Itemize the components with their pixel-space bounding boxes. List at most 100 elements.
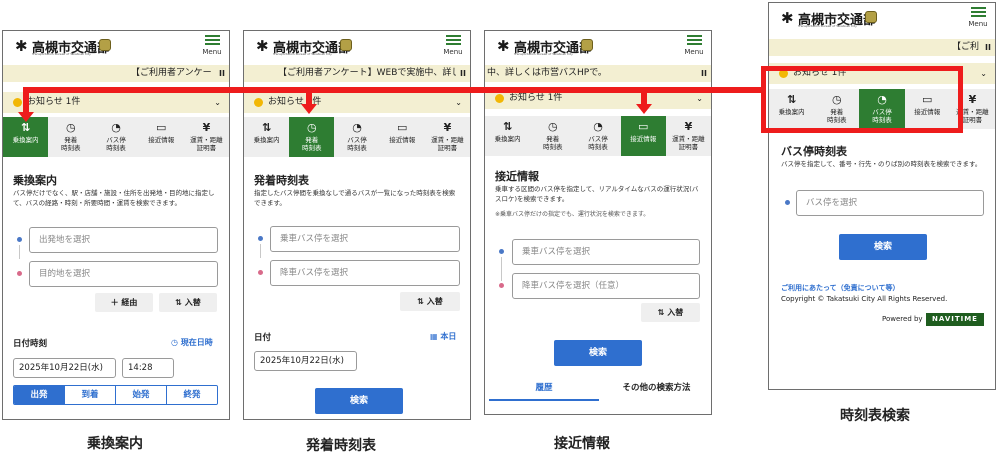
bus-icon: ▭ xyxy=(638,120,649,133)
connector-drop-3 xyxy=(641,87,647,105)
alighting-stop-input[interactable]: 降車バス停を選択（任意） xyxy=(512,273,700,299)
segment-arrival[interactable]: 到着 xyxy=(64,386,115,404)
hamburger-icon xyxy=(445,35,461,46)
tab-fare[interactable]: ¥ 運賃・距離 証明書 xyxy=(666,116,711,156)
tab-stop-timetable[interactable]: ◔ バス停 時刻表 xyxy=(334,117,379,157)
boarding-stop-input[interactable]: 乗車バス停を選択 xyxy=(512,239,700,265)
tab-fare[interactable]: ¥ 運賃・距離 証明書 xyxy=(425,117,470,157)
tab-label: バス停 時刻表 xyxy=(588,135,608,151)
tab-departure-timetable[interactable]: ◷ 発着 時刻表 xyxy=(48,117,93,157)
connector-line-top xyxy=(23,87,763,93)
tab-approach-info[interactable]: ▭ 接近情報 xyxy=(380,117,425,157)
bus-mascot-icon xyxy=(99,39,111,51)
tab-label: バス停 時刻表 xyxy=(106,136,126,152)
tab-departure-timetable[interactable]: ◷ 発着 時刻表 xyxy=(530,116,575,156)
boarding-stop-input[interactable]: 乗車バス停を選択 xyxy=(270,226,460,252)
disclaimer-link[interactable]: ご利用にあたって（免責について等） xyxy=(781,283,899,293)
destination-input[interactable]: 目的地を選択 xyxy=(29,261,218,287)
clock-icon: ◔ xyxy=(111,121,121,134)
tab-approach-info[interactable]: ▭ 接近情報 xyxy=(139,117,184,157)
menu-button[interactable]: Menu xyxy=(967,7,989,28)
tab-label: 運賃・距離 証明書 xyxy=(672,135,705,151)
warning-icon xyxy=(13,98,22,107)
tab-departure-timetable[interactable]: ◷ 発着 時刻表 xyxy=(289,117,335,157)
connector-drop-2 xyxy=(306,87,312,105)
origin-input[interactable]: 出発地を選択 xyxy=(29,227,218,253)
destination-dot xyxy=(258,270,263,275)
caption-approach-info: 接近情報 xyxy=(554,436,610,452)
search-button[interactable]: 検索 xyxy=(554,340,642,366)
tab-approach-info[interactable]: ▭ 接近情報 xyxy=(620,116,666,156)
menu-label: Menu xyxy=(968,20,988,28)
ticker-pause-button[interactable]: II xyxy=(215,65,229,82)
hamburger-icon xyxy=(204,35,220,46)
swap-button[interactable]: ⇅ 入替 xyxy=(641,303,700,322)
powered-by-label: Powered by xyxy=(882,315,923,323)
page-title: 発着時刻表 xyxy=(254,174,309,187)
announcement-ticker[interactable]: 中、詳しくは市営バスHPで。 II xyxy=(485,65,711,82)
clock-timetable-icon: ◷ xyxy=(548,120,558,133)
menu-button[interactable]: Menu xyxy=(201,35,223,56)
time-select[interactable]: 14:28 xyxy=(122,358,174,378)
route-line xyxy=(19,245,20,259)
caption-transfer: 乗換案内 xyxy=(87,436,143,452)
navitime-logo[interactable]: NAVITIME xyxy=(926,313,984,326)
route-line xyxy=(501,257,502,281)
alighting-stop-input[interactable]: 降車バス停を選択 xyxy=(270,260,460,286)
segment-last[interactable]: 終発 xyxy=(166,386,217,404)
bus-icon: ▭ xyxy=(397,121,408,134)
page-description: 乗車する区間のバス停を指定して、リアルタイムなバスの運行状況(バスロケ)を検索で… xyxy=(495,185,699,203)
ticker-pause-button[interactable]: II xyxy=(697,65,711,82)
tab-other-search[interactable]: その他の検索方法 xyxy=(599,377,711,399)
add-via-button[interactable]: ＋ 経由 xyxy=(95,293,153,312)
swap-button[interactable]: ⇅ 入替 xyxy=(159,293,217,312)
search-button[interactable]: 検索 xyxy=(315,388,403,414)
page-title: バス停時刻表 xyxy=(781,145,847,158)
menu-label: Menu xyxy=(684,48,704,56)
bus-stop-input[interactable]: バス停を選択 xyxy=(796,190,984,216)
page-description: バス停を指定して、番号・行先・のりば別の時刻表を検索できます。 xyxy=(781,160,982,168)
ticker-text: 【ご利用者アンケート】WEBで実施中、詳しく xyxy=(278,68,470,78)
tab-stop-timetable[interactable]: ◔ バス停 時刻表 xyxy=(93,117,138,157)
announcement-ticker[interactable]: 【ご利用者アンケー II xyxy=(3,65,229,82)
menu-button[interactable]: Menu xyxy=(683,35,705,56)
origin-dot xyxy=(258,236,263,241)
today-link[interactable]: ▦ 本日 xyxy=(430,331,456,342)
origin-dot xyxy=(17,237,22,242)
page-description: 指定したバス停間を乗換なしで通るバスが一覧になった時刻表を検索できます。 xyxy=(254,189,456,207)
ticker-text: 【ご利 xyxy=(952,42,980,52)
tab-fare[interactable]: ¥ 運賃・距離 証明書 xyxy=(184,117,229,157)
notice-bar[interactable]: お知らせ 1件 ⌄ xyxy=(3,92,229,113)
ticker-text: 【ご利用者アンケー xyxy=(131,68,212,78)
logo-subtitle: Transportation Bureau of Takatsuki City xyxy=(514,52,573,56)
segment-first[interactable]: 始発 xyxy=(115,386,166,404)
warning-icon xyxy=(254,98,263,107)
page-description: バス停だけでなく、駅・店舗・施設・住所を出発地・目的地に指定して、バスの経路・時… xyxy=(13,189,215,207)
yen-icon: ¥ xyxy=(443,121,452,134)
logo-mark-icon: ✱ xyxy=(15,37,28,55)
segment-departure[interactable]: 出発 xyxy=(14,386,64,404)
yen-icon: ¥ xyxy=(684,120,693,133)
tab-transfer[interactable]: ⇅ 乗換案内 xyxy=(244,117,289,157)
tab-stop-timetable[interactable]: ◔ バス停 時刻表 xyxy=(575,116,620,156)
caption-stop-timetable: 時刻表検索 xyxy=(840,408,910,424)
date-select[interactable]: 2025年10月22日(水) xyxy=(13,358,116,378)
copyright: Copyright © Takatsuki City All Rights Re… xyxy=(781,295,948,303)
tab-history[interactable]: 履歴 xyxy=(489,377,599,401)
screen-stop-timetable: ✱ 高槻市交通部 Transportation Bureau of Takats… xyxy=(768,2,996,390)
now-datetime-link[interactable]: ◷ 現在日時 xyxy=(171,337,213,348)
menu-button[interactable]: Menu xyxy=(442,35,464,56)
search-button[interactable]: 検索 xyxy=(839,234,927,260)
ticker-pause-button[interactable]: II xyxy=(981,39,995,56)
history-tabs: 履歴 その他の検索方法 xyxy=(489,377,711,401)
tab-label: 運賃・距離 証明書 xyxy=(431,136,464,152)
date-select[interactable]: 2025年10月22日(水) xyxy=(254,351,357,371)
announcement-ticker[interactable]: 【ご利用者アンケート】WEBで実施中、詳しく II xyxy=(244,65,470,82)
tab-transfer[interactable]: ⇅ 乗換案内 xyxy=(485,116,530,156)
hamburger-icon xyxy=(686,35,702,46)
announcement-ticker[interactable]: 【ご利 II xyxy=(769,39,995,56)
tab-transfer[interactable]: ⇅ 乗換案内 xyxy=(3,117,49,157)
notice-bar[interactable]: お知らせ 1件 ⌄ xyxy=(244,92,470,113)
ticker-pause-button[interactable]: II xyxy=(456,65,470,82)
swap-button[interactable]: ⇅ 入替 xyxy=(400,292,460,311)
